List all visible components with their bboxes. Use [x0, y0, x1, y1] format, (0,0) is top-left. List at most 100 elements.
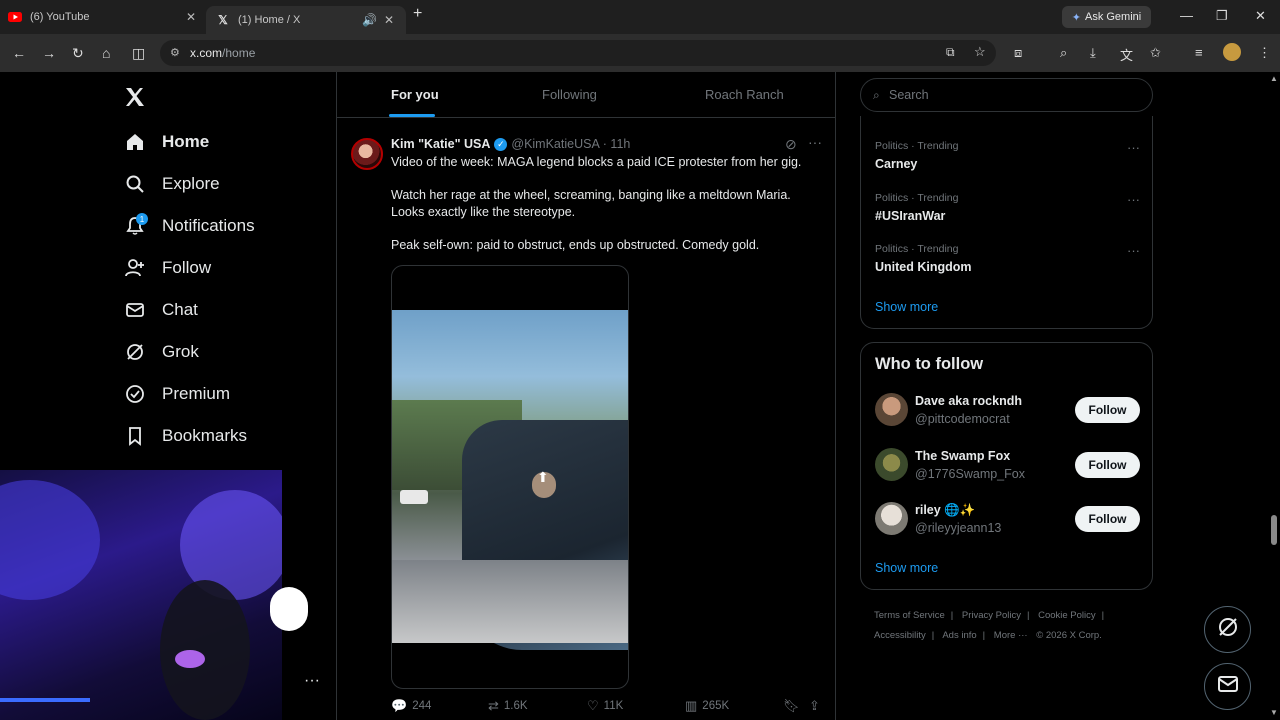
close-tab-icon[interactable]: ✕ [186, 10, 196, 24]
footer-link[interactable]: Ads info [942, 630, 976, 641]
repost-button[interactable]: ⇄ 1.6K [488, 698, 528, 714]
avatar[interactable] [875, 393, 908, 426]
trend-item[interactable]: Politics · Trending Carney ··· [875, 140, 1140, 171]
user-name[interactable]: The Swamp Fox [915, 449, 1010, 463]
user-name[interactable]: Dave aka rockndh [915, 394, 1022, 408]
download-icon[interactable]: ⤓ [1090, 45, 1096, 61]
more-icon[interactable]: ··· [1127, 192, 1140, 207]
footer-link[interactable]: More ··· [994, 630, 1028, 641]
bookmark-star-icon[interactable]: ☆ [974, 44, 986, 60]
sidebar-item-chat[interactable]: Chat [124, 295, 198, 325]
follow-button[interactable]: Follow [1075, 506, 1140, 532]
tab-for-you[interactable]: For you [391, 87, 439, 102]
tab-roach-ranch[interactable]: Roach Ranch [705, 87, 784, 102]
more-icon[interactable]: ··· [1127, 243, 1140, 258]
more-icon[interactable]: ··· [1127, 140, 1140, 155]
sidebar-item-premium[interactable]: Premium [124, 379, 230, 409]
sidebar-item-label: Grok [162, 342, 199, 361]
views-button[interactable]: ▥ 265K [685, 698, 729, 714]
scrollbar-thumb[interactable] [1271, 515, 1277, 545]
footer-link[interactable]: Privacy Policy [962, 610, 1021, 621]
trend-item[interactable]: Politics · Trending United Kingdom ··· [875, 243, 1140, 274]
tweet-video[interactable]: ⬆ [391, 265, 629, 689]
page-scrollbar[interactable]: ▲ ▼ [1268, 72, 1280, 720]
sidebar-item-explore[interactable]: Explore [124, 169, 220, 199]
follow-suggestion[interactable]: riley 🌐✨ @rileyyjeann13 Follow [875, 502, 1140, 538]
media-control-icon[interactable]: ≡ [1195, 45, 1203, 60]
sidebar-item-label: Premium [162, 384, 231, 403]
scroll-up-icon[interactable]: ▲ [1270, 74, 1278, 83]
sidebar-item-follow[interactable]: Follow [124, 253, 211, 283]
tab-x-home[interactable]: 𝕏 (1) Home / X 🔊 ✕ [206, 6, 406, 34]
user-handle[interactable]: @rileyyjeann13 [915, 521, 1001, 535]
user-handle[interactable]: @pittcodemocrat [915, 412, 1010, 426]
heart-icon: ♡ [587, 698, 599, 713]
site-info-icon[interactable]: ⚙ [170, 46, 180, 59]
sidebar-item-bookmarks[interactable]: Bookmarks [124, 421, 247, 451]
footer-link[interactable]: Accessibility [874, 630, 926, 641]
follow-button[interactable]: Follow [1075, 397, 1140, 423]
ask-gemini-button[interactable]: ✦ Ask Gemini [1062, 6, 1151, 28]
screenshot-search-icon[interactable]: ⌕ [1060, 45, 1067, 61]
restore-icon[interactable]: ❐ [1216, 8, 1228, 24]
split-view-icon[interactable]: ◫ [132, 45, 145, 62]
avatar[interactable] [875, 502, 908, 535]
speaker-icon[interactable]: 🔊 [362, 13, 377, 27]
close-tab-icon[interactable]: ✕ [384, 13, 394, 27]
x-logo-icon[interactable] [124, 84, 146, 115]
follow-suggestion[interactable]: The Swamp Fox @1776Swamp_Fox Follow [875, 448, 1140, 484]
translate-icon[interactable]: 文 [1120, 45, 1133, 64]
sidebar-item-grok[interactable]: Grok [124, 337, 199, 367]
search-input[interactable] [889, 87, 1139, 103]
home-page-icon[interactable]: ⌂ [102, 45, 110, 61]
scroll-down-icon[interactable]: ▼ [1270, 708, 1278, 717]
forward-icon[interactable]: → [42, 45, 56, 61]
minimize-icon[interactable]: — [1180, 8, 1193, 23]
like-button[interactable]: ♡ 11K [587, 698, 623, 714]
profile-avatar[interactable] [1223, 43, 1241, 61]
menu-kebab-icon[interactable]: ⋮ [1258, 45, 1271, 61]
sidebar-item-home[interactable]: Home [124, 127, 209, 157]
close-window-icon[interactable]: ✕ [1255, 8, 1266, 24]
reload-icon[interactable]: ↻ [72, 45, 84, 62]
grok-icon [124, 341, 146, 363]
trend-category: Politics · Trending [875, 192, 959, 204]
new-tab-icon[interactable]: + [413, 5, 422, 23]
avatar[interactable] [875, 448, 908, 481]
more-icon[interactable]: ··· [808, 134, 822, 150]
author-name[interactable]: Kim "Katie" USA [391, 137, 490, 151]
tab-following[interactable]: Following [542, 87, 597, 102]
show-more-link[interactable]: Show more [875, 300, 938, 314]
sidebar-item-label: Bookmarks [162, 426, 248, 445]
sidebar-item-notifications[interactable]: 1 Notifications [124, 211, 255, 241]
browser-tab-strip: (6) YouTube ✕ 𝕏 (1) Home / X 🔊 ✕ + ✦ Ask… [0, 0, 1280, 34]
tab-youtube[interactable]: (6) YouTube ✕ [8, 6, 204, 28]
bookmark-icon: 🔖︎ [783, 698, 800, 713]
avatar[interactable] [351, 138, 383, 170]
show-more-link[interactable]: Show more [875, 561, 938, 575]
grok-icon[interactable]: ⊘ [785, 136, 797, 153]
user-name[interactable]: riley 🌐✨ [915, 503, 975, 518]
follow-button[interactable]: Follow [1075, 452, 1140, 478]
reply-button[interactable]: 💬 244 [391, 698, 431, 714]
more-options-icon[interactable]: ··· [304, 672, 320, 690]
author-handle[interactable]: @KimKatieUSA [511, 137, 599, 151]
bookmark-button[interactable]: 🔖︎ [783, 698, 805, 714]
footer-link[interactable]: Cookie Policy [1038, 610, 1096, 621]
extensions-icon[interactable]: ⧈ [1014, 45, 1022, 61]
sidebar-item-label: Explore [162, 174, 220, 193]
user-handle[interactable]: @1776Swamp_Fox [915, 467, 1025, 481]
trend-item[interactable]: Politics · Trending #USIranWar ··· [875, 192, 1140, 223]
browser-toolbar: ← → ↻ ⌂ ◫ ⚙ x.com/home ⧉ ☆ ⧈ ⌕ ⤓ 文 ✩ ≡ ⋮ [0, 34, 1280, 72]
grok-fab-button[interactable] [1204, 606, 1251, 653]
install-app-icon[interactable]: ⧉ [946, 45, 955, 60]
footer-link[interactable]: Terms of Service [874, 610, 945, 621]
search-box[interactable]: ⌕ [860, 78, 1153, 112]
back-icon[interactable]: ← [12, 45, 26, 61]
address-bar[interactable]: ⚙ x.com/home ⧉ ☆ [160, 40, 996, 66]
tweet-time[interactable]: · 11h [603, 137, 631, 151]
share-button[interactable]: ⇪ [809, 698, 825, 714]
follow-suggestion[interactable]: Dave aka rockndh @pittcodemocrat Follow [875, 393, 1140, 429]
favorites-icon[interactable]: ✩ [1150, 45, 1161, 61]
messages-fab-button[interactable] [1204, 663, 1251, 710]
